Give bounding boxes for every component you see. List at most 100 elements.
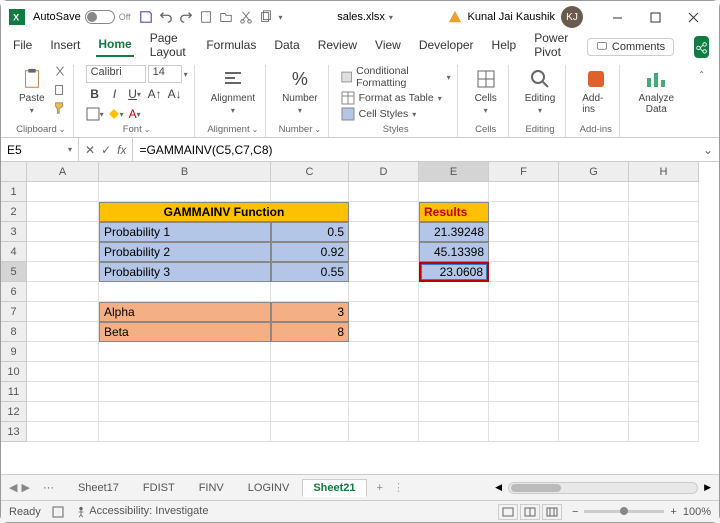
accessibility-status[interactable]: Accessibility: Investigate: [75, 505, 209, 517]
alpha-label[interactable]: Alpha: [99, 302, 271, 322]
row-header[interactable]: 9: [1, 342, 27, 362]
number-button[interactable]: % Number▾: [278, 65, 322, 117]
prob1-label[interactable]: Probability 1: [99, 222, 271, 242]
undo-icon[interactable]: [159, 10, 173, 24]
comments-button[interactable]: Comments: [587, 38, 674, 56]
font-name-select[interactable]: Calibri: [86, 65, 146, 83]
alignment-button[interactable]: Alignment▾: [207, 65, 259, 117]
tab-formulas[interactable]: Formulas: [204, 38, 258, 56]
select-all-corner[interactable]: [1, 162, 27, 182]
col-header[interactable]: C: [271, 162, 349, 182]
open-icon[interactable]: [219, 10, 233, 24]
enter-formula-icon[interactable]: ✓: [101, 143, 111, 157]
zoom-level[interactable]: 100%: [683, 506, 711, 518]
cut-icon[interactable]: [53, 65, 67, 79]
page-layout-view-button[interactable]: [520, 504, 540, 520]
sheet-tab-loginv[interactable]: LOGINV: [237, 479, 301, 497]
row-header[interactable]: 5: [1, 262, 27, 282]
new-icon[interactable]: [199, 10, 213, 24]
sheet-tab-finv[interactable]: FINV: [188, 479, 235, 497]
page-break-view-button[interactable]: [542, 504, 562, 520]
row-header[interactable]: 3: [1, 222, 27, 242]
col-header[interactable]: G: [559, 162, 629, 182]
maximize-button[interactable]: [637, 3, 673, 31]
col-header[interactable]: F: [489, 162, 559, 182]
name-box[interactable]: E5▾: [1, 138, 79, 161]
alpha-value[interactable]: 3: [271, 302, 349, 322]
results-header[interactable]: Results: [419, 202, 489, 222]
cancel-formula-icon[interactable]: ✕: [85, 143, 95, 157]
row-header[interactable]: 13: [1, 422, 27, 442]
zoom-out-button[interactable]: −: [572, 506, 578, 518]
col-header[interactable]: A: [27, 162, 99, 182]
fx-icon[interactable]: fx: [117, 143, 126, 157]
cut-icon[interactable]: [239, 10, 253, 24]
formula-input[interactable]: =GAMMAINV(C5,C7,C8): [133, 143, 696, 157]
expand-formula-bar-icon[interactable]: ⌄: [697, 143, 719, 157]
prob1-value[interactable]: 0.5: [271, 222, 349, 242]
col-header[interactable]: D: [349, 162, 419, 182]
font-size-select[interactable]: 14: [148, 65, 182, 83]
sheet-tab-sheet21[interactable]: Sheet21: [302, 479, 366, 497]
row-header[interactable]: 7: [1, 302, 27, 322]
row-header[interactable]: 2: [1, 202, 27, 222]
save-icon[interactable]: [139, 10, 153, 24]
share-button[interactable]: [694, 36, 709, 58]
prob3-value[interactable]: 0.55: [271, 262, 349, 282]
autosave-toggle[interactable]: AutoSave Off: [33, 10, 131, 24]
tab-power-pivot[interactable]: Power Pivot: [532, 31, 573, 63]
result3-active-cell[interactable]: 23.0608: [419, 262, 489, 282]
zoom-slider[interactable]: [584, 510, 664, 513]
format-table-button[interactable]: Format as Table▾: [341, 91, 442, 105]
beta-value[interactable]: 8: [271, 322, 349, 342]
increase-font-icon[interactable]: A↑: [146, 85, 164, 103]
copy-icon[interactable]: [259, 10, 273, 24]
tab-help[interactable]: Help: [490, 38, 519, 56]
add-sheet-button[interactable]: +: [369, 482, 391, 494]
beta-label[interactable]: Beta: [99, 322, 271, 342]
col-header[interactable]: H: [629, 162, 699, 182]
sheet-tab-fdist[interactable]: FDIST: [132, 479, 186, 497]
prob3-label[interactable]: Probability 3: [99, 262, 271, 282]
sheet-nav-prev-icon[interactable]: ◀: [9, 481, 17, 494]
row-header[interactable]: 6: [1, 282, 27, 302]
ribbon-collapse-button[interactable]: ⌃: [692, 65, 711, 137]
tab-home[interactable]: Home: [96, 37, 133, 57]
format-painter-icon[interactable]: [53, 101, 67, 115]
row-header[interactable]: 12: [1, 402, 27, 422]
row-header[interactable]: 1: [1, 182, 27, 202]
cell-styles-button[interactable]: Cell Styles▾: [341, 107, 417, 121]
copy-icon[interactable]: [53, 83, 67, 97]
paste-button[interactable]: Paste ▾: [15, 65, 49, 117]
close-button[interactable]: [675, 3, 711, 31]
qat-dropdown-icon[interactable]: ▾: [279, 13, 283, 22]
horizontal-scrollbar[interactable]: [508, 482, 698, 494]
tab-file[interactable]: File: [11, 38, 34, 56]
font-color-button[interactable]: A▾: [126, 105, 144, 123]
worksheet[interactable]: A B C D E F G H 1 2 GAMMAINV Function Re…: [1, 162, 719, 474]
col-header[interactable]: B: [99, 162, 271, 182]
tab-page-layout[interactable]: Page Layout: [148, 31, 191, 63]
decrease-font-icon[interactable]: A↓: [166, 85, 184, 103]
tab-developer[interactable]: Developer: [417, 38, 476, 56]
macro-icon[interactable]: [51, 505, 65, 519]
tab-review[interactable]: Review: [316, 38, 359, 56]
redo-icon[interactable]: [179, 10, 193, 24]
row-header[interactable]: 8: [1, 322, 27, 342]
fill-color-button[interactable]: ▾: [106, 105, 124, 123]
prob2-label[interactable]: Probability 2: [99, 242, 271, 262]
italic-button[interactable]: I: [106, 85, 124, 103]
sheet-nav-next-icon[interactable]: ▶: [21, 481, 29, 494]
table-title[interactable]: GAMMAINV Function: [99, 202, 349, 222]
cells-button[interactable]: Cells▾: [470, 65, 502, 117]
normal-view-button[interactable]: [498, 504, 518, 520]
filename[interactable]: sales.xlsx ▾: [337, 11, 393, 23]
minimize-button[interactable]: [599, 3, 635, 31]
col-header[interactable]: E: [419, 162, 489, 182]
editing-button[interactable]: Editing▾: [521, 65, 560, 117]
toggle-off-icon[interactable]: [85, 10, 115, 24]
addins-button[interactable]: Add-ins: [578, 65, 613, 117]
underline-button[interactable]: U▾: [126, 85, 144, 103]
bold-button[interactable]: B: [86, 85, 104, 103]
result1[interactable]: 21.39248: [419, 222, 489, 242]
